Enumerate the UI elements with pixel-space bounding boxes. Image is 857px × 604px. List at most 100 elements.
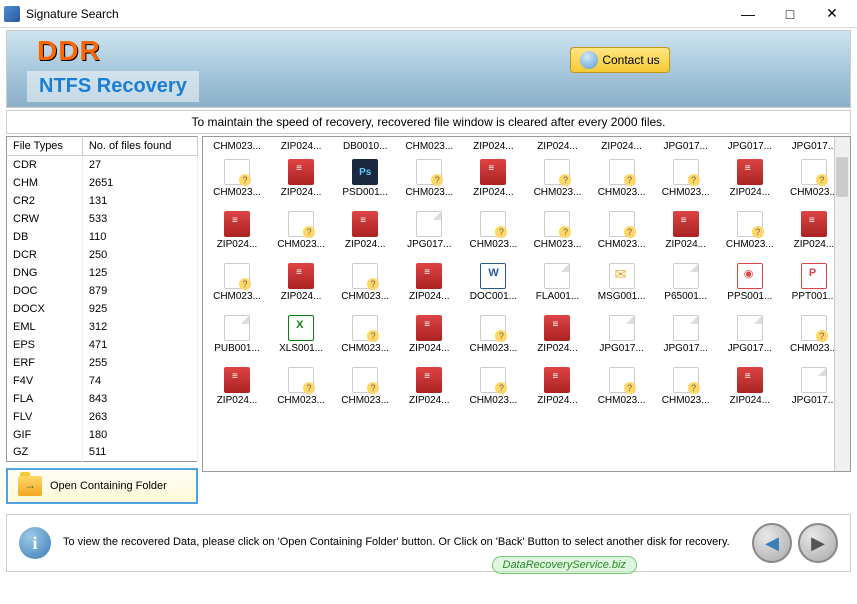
file-item[interactable]: ZIP024... — [527, 367, 587, 417]
file-type-row[interactable]: FLA843 — [7, 390, 198, 408]
file-item[interactable]: ZIP024... — [592, 141, 652, 157]
file-item[interactable]: CHM023... — [271, 211, 331, 261]
file-type-row[interactable]: DOCX925 — [7, 300, 198, 318]
file-item[interactable]: CHM023... — [592, 367, 652, 417]
file-item[interactable]: ZIP024... — [527, 141, 587, 157]
file-item[interactable]: CHM023... — [335, 263, 395, 313]
file-item[interactable]: CHM023... — [592, 159, 652, 209]
file-item[interactable]: ZIP024... — [527, 315, 587, 365]
file-type-row[interactable]: FLV263 — [7, 408, 198, 426]
file-item[interactable]: CHM023... — [335, 315, 395, 365]
file-item[interactable]: ZIP024... — [463, 159, 523, 209]
file-type-row[interactable]: CRW533 — [7, 210, 198, 228]
file-item[interactable]: CHM023... — [463, 211, 523, 261]
file-item[interactable]: ZIP024... — [720, 159, 780, 209]
file-item[interactable]: P65001... — [656, 263, 716, 313]
file-item[interactable]: CHM023... — [656, 367, 716, 417]
file-item[interactable]: ZIP024... — [720, 367, 780, 417]
file-item[interactable]: CHM023... — [592, 211, 652, 261]
file-type-row[interactable]: ERF255 — [7, 354, 198, 372]
file-item[interactable]: JPG017... — [592, 315, 652, 365]
file-item[interactable]: PPS001... — [720, 263, 780, 313]
contact-us-button[interactable]: Contact us — [570, 47, 670, 73]
file-count-cell: 879 — [82, 282, 197, 300]
file-label: JPG017... — [599, 343, 643, 354]
file-type-row[interactable]: EPS471 — [7, 336, 198, 354]
file-item[interactable]: CHM023... — [463, 315, 523, 365]
file-item[interactable]: JPG017... — [399, 211, 459, 261]
file-item[interactable]: JPG017... — [656, 315, 716, 365]
file-item[interactable]: ZIP024... — [271, 263, 331, 313]
zip-file-icon — [801, 211, 827, 237]
file-item[interactable]: ZIP024... — [207, 211, 267, 261]
file-item[interactable]: CHM023... — [720, 211, 780, 261]
close-button[interactable]: ✕ — [811, 2, 853, 26]
file-item[interactable]: ZIP024... — [335, 211, 395, 261]
minimize-button[interactable]: — — [727, 2, 769, 26]
file-item[interactable]: CHM023... — [207, 159, 267, 209]
file-label: ZIP024... — [217, 239, 258, 250]
file-item[interactable]: PsPSD001... — [335, 159, 395, 209]
forward-button[interactable] — [798, 523, 838, 563]
chm-file-icon — [673, 367, 699, 393]
file-item[interactable]: CHM023... — [271, 367, 331, 417]
file-item[interactable]: CHM023... — [207, 141, 267, 157]
file-types-table[interactable]: File Types No. of files found CDR27CHM26… — [6, 136, 198, 462]
file-item[interactable]: ZIP024... — [656, 211, 716, 261]
file-type-row[interactable]: CDR27 — [7, 156, 198, 174]
file-label: ZIP024... — [537, 141, 578, 152]
file-item[interactable]: JPG017... — [720, 315, 780, 365]
file-item[interactable]: JPG017... — [720, 141, 780, 157]
file-label: CHM023... — [662, 187, 710, 198]
chm-file-icon — [544, 159, 570, 185]
file-item[interactable]: ZIP024... — [271, 159, 331, 209]
file-type-row[interactable]: EML312 — [7, 318, 198, 336]
file-item[interactable]: ZIP024... — [271, 141, 331, 157]
scrollbar-thumb[interactable] — [836, 157, 848, 197]
file-item[interactable]: CHM023... — [656, 159, 716, 209]
file-count-cell: 471 — [82, 336, 197, 354]
file-type-row[interactable]: GZ511 — [7, 444, 198, 462]
file-item[interactable]: CHM023... — [207, 263, 267, 313]
file-type-row[interactable]: DOC879 — [7, 282, 198, 300]
file-item[interactable]: MSG001... — [592, 263, 652, 313]
open-containing-folder-button[interactable]: Open Containing Folder — [6, 468, 198, 504]
file-type-row[interactable]: DCR250 — [7, 246, 198, 264]
file-type-row[interactable]: DB110 — [7, 228, 198, 246]
file-item[interactable]: CHM023... — [399, 141, 459, 157]
file-item[interactable]: CHM023... — [335, 367, 395, 417]
file-item[interactable]: DB0010... — [335, 141, 395, 157]
zip-file-icon — [544, 315, 570, 341]
file-item[interactable]: ZIP024... — [399, 315, 459, 365]
zip-file-icon — [288, 159, 314, 185]
file-item[interactable]: CHM023... — [399, 159, 459, 209]
file-item[interactable]: FLA001... — [527, 263, 587, 313]
file-type-row[interactable]: CR2131 — [7, 192, 198, 210]
back-button[interactable] — [752, 523, 792, 563]
maximize-button[interactable]: □ — [769, 2, 811, 26]
info-icon: i — [19, 527, 51, 559]
vertical-scrollbar[interactable] — [834, 137, 850, 471]
file-item[interactable]: PUB001... — [207, 315, 267, 365]
file-type-row[interactable]: GIF180 — [7, 426, 198, 444]
file-type-row[interactable]: DNG125 — [7, 264, 198, 282]
file-item[interactable]: ZIP024... — [463, 141, 523, 157]
file-item[interactable]: ZIP024... — [207, 367, 267, 417]
file-item[interactable]: ZIP024... — [399, 367, 459, 417]
file-item[interactable]: ZIP024... — [399, 263, 459, 313]
file-label: JPG017... — [663, 141, 707, 152]
file-type-row[interactable]: F4V74 — [7, 372, 198, 390]
col-file-count[interactable]: No. of files found — [82, 137, 197, 156]
file-type-row[interactable]: CHM2651 — [7, 174, 198, 192]
file-item[interactable]: DOC001... — [463, 263, 523, 313]
file-item[interactable]: XLS001... — [271, 315, 331, 365]
file-item[interactable]: JPG017... — [656, 141, 716, 157]
file-item[interactable]: CHM023... — [463, 367, 523, 417]
file-item[interactable]: CHM023... — [527, 159, 587, 209]
file-label: FLA001... — [536, 291, 579, 302]
zip-file-icon — [480, 159, 506, 185]
file-label: CHM023... — [341, 395, 389, 406]
col-file-types[interactable]: File Types — [7, 137, 83, 156]
file-item[interactable]: CHM023... — [527, 211, 587, 261]
file-count-cell: 74 — [82, 372, 197, 390]
